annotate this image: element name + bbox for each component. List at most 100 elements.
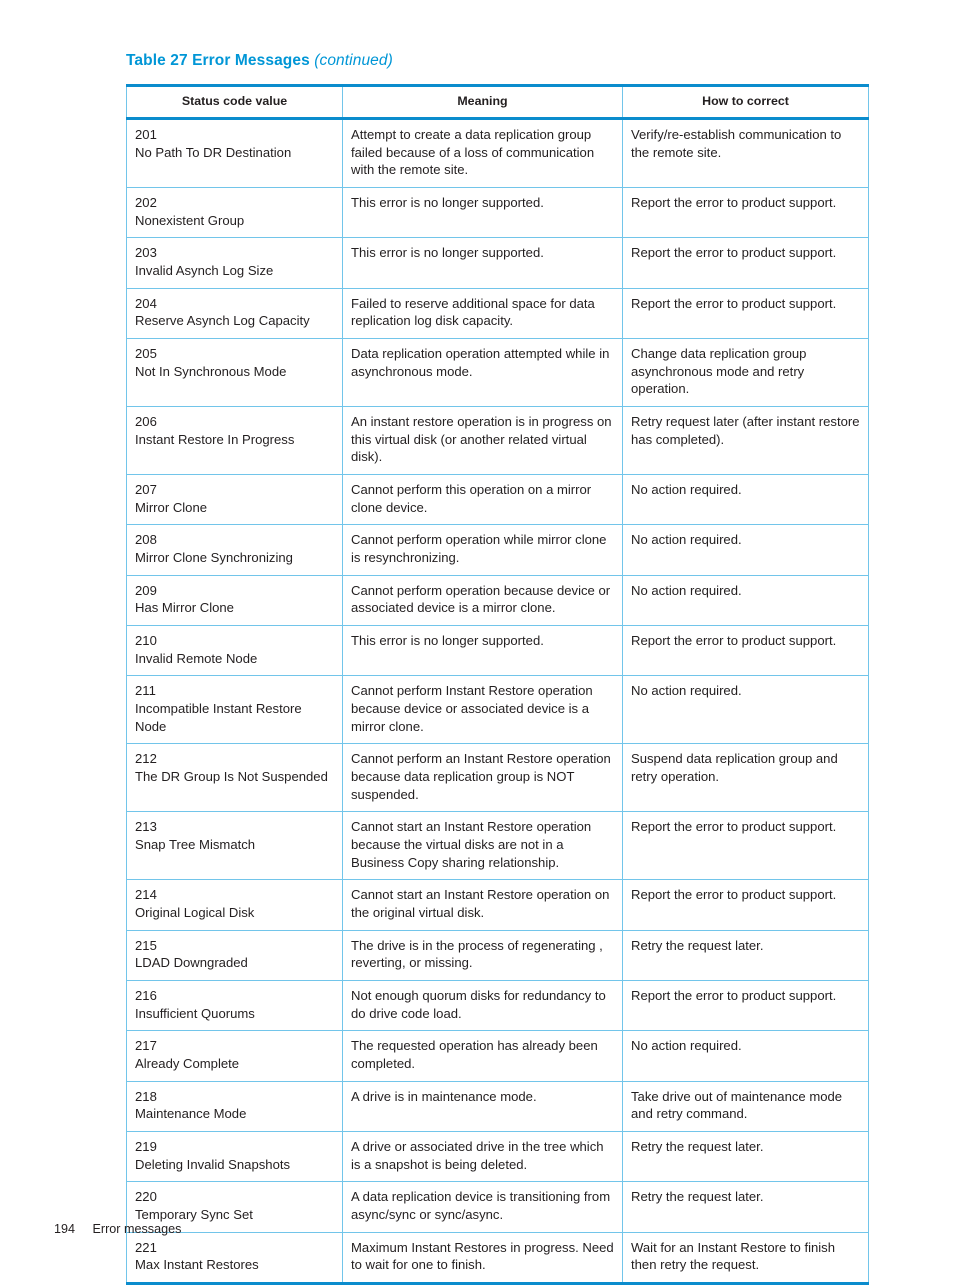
cell-meaning: A drive or associated drive in the tree … xyxy=(342,1131,623,1183)
footer-section-label: Error messages xyxy=(92,1222,182,1236)
status-name: Reserve Asynch Log Capacity xyxy=(135,313,310,329)
status-name: Not In Synchronous Mode xyxy=(135,363,287,379)
status-code: 211 xyxy=(135,683,156,699)
status-name: No Path To DR Destination xyxy=(135,144,292,160)
status-code: 210 xyxy=(135,632,157,648)
column-header-how-to-correct: How to correct xyxy=(622,84,869,120)
status-name: Mirror Clone xyxy=(135,499,208,515)
cell-status-code-value: 218 Maintenance Mode xyxy=(126,1081,343,1133)
cell-how-to-correct: Change data replication group asynchrono… xyxy=(622,338,869,407)
status-name: LDAD Downgraded xyxy=(135,955,248,971)
status-name: Mirror Clone Synchronizing xyxy=(135,549,293,565)
table-row: 207 Mirror Clone Cannot perform this opera… xyxy=(126,474,869,526)
cell-meaning: Cannot perform Instant Restore operation… xyxy=(342,675,623,745)
error-messages-table: Status code value Meaning How to correct… xyxy=(126,84,869,1285)
document-page: Table 27 Error Messages (continued) Stat… xyxy=(0,0,954,1285)
table-row: 205 Not In Synchronous Mode Data replicati… xyxy=(126,338,869,407)
table-row: 211 Incompatible Instant Restore Node Cann… xyxy=(126,675,869,745)
cell-how-to-correct: No action required. xyxy=(622,575,869,626)
cell-how-to-correct: Verify/re-establish communication to the… xyxy=(622,118,869,188)
cell-how-to-correct: Retry request later (after instant resto… xyxy=(622,406,869,475)
table-row: 217 Already Complete The requested operati… xyxy=(126,1030,869,1082)
status-code: 205 xyxy=(135,345,157,361)
status-code: 219 xyxy=(135,1139,157,1155)
status-code: 214 xyxy=(135,887,157,903)
status-name: Insufficient Quorums xyxy=(135,1005,255,1021)
status-code: 218 xyxy=(135,1088,157,1104)
cell-status-code-value: 211 Incompatible Instant Restore Node xyxy=(126,675,343,745)
table-row: 206 Instant Restore In Progress An instant… xyxy=(126,406,869,475)
cell-meaning: Failed to reserve additional space for d… xyxy=(342,288,623,339)
column-header-status-code-value: Status code value xyxy=(126,84,343,120)
status-code: 206 xyxy=(135,413,157,429)
cell-status-code-value: 204 Reserve Asynch Log Capacity xyxy=(126,288,343,339)
cell-status-code-value: 205 Not In Synchronous Mode xyxy=(126,338,343,407)
page-footer: 194 Error messages xyxy=(54,1222,181,1236)
status-code: 213 xyxy=(135,819,157,835)
cell-how-to-correct: Report the error to product support. xyxy=(622,288,869,339)
cell-meaning: Cannot start an Instant Restore operatio… xyxy=(342,879,623,931)
cell-status-code-value: 202 Nonexistent Group xyxy=(126,187,343,239)
cell-meaning: Not enough quorum disks for redundancy t… xyxy=(342,980,623,1032)
cell-how-to-correct: Report the error to product support. xyxy=(622,811,869,881)
cell-meaning: The drive is in the process of regenerat… xyxy=(342,930,623,982)
column-header-meaning: Meaning xyxy=(342,84,623,120)
cell-how-to-correct: Take drive out of maintenance mode and r… xyxy=(622,1081,869,1133)
cell-how-to-correct: Report the error to product support. xyxy=(622,879,869,931)
cell-meaning: A data replication device is transitioni… xyxy=(342,1181,623,1233)
cell-how-to-correct: Retry the request later. xyxy=(622,1131,869,1183)
cell-meaning: A drive is in maintenance mode. xyxy=(342,1081,623,1133)
cell-how-to-correct: No action required. xyxy=(622,675,869,745)
status-name: Max Instant Restores xyxy=(135,1257,259,1273)
table-row: 203 Invalid Asynch Log Size This error is … xyxy=(126,237,869,289)
status-name: Already Complete xyxy=(135,1056,240,1072)
status-code: 201 xyxy=(135,126,157,142)
table-row: 218 Maintenance Mode A drive is in mainten… xyxy=(126,1081,869,1133)
cell-meaning: Data replication operation attempted whi… xyxy=(342,338,623,407)
cell-status-code-value: 214 Original Logical Disk xyxy=(126,879,343,931)
table-row: 220 Temporary Sync Set A data replication … xyxy=(126,1181,869,1233)
status-code: 217 xyxy=(135,1038,157,1054)
cell-status-code-value: 201 No Path To DR Destination xyxy=(126,118,343,188)
status-name: Has Mirror Clone xyxy=(135,600,234,616)
status-name: Invalid Asynch Log Size xyxy=(135,262,274,278)
cell-status-code-value: 217 Already Complete xyxy=(126,1030,343,1082)
cell-how-to-correct: Report the error to product support. xyxy=(622,625,869,677)
cell-status-code-value: 209 Has Mirror Clone xyxy=(126,575,343,626)
cell-status-code-value: 216 Insufficient Quorums xyxy=(126,980,343,1032)
cell-meaning: This error is no longer supported. xyxy=(342,625,623,677)
footer-page-number: 194 xyxy=(54,1222,76,1236)
cell-status-code-value: 213 Snap Tree Mismatch xyxy=(126,811,343,881)
status-name: Incompatible Instant Restore Node xyxy=(135,701,302,734)
table-caption-continued: (continued) xyxy=(314,52,393,69)
cell-how-to-correct: No action required. xyxy=(622,474,869,526)
cell-meaning: Cannot perform operation because device … xyxy=(342,575,623,626)
table-row: 209 Has Mirror Clone Cannot perform operat… xyxy=(126,575,869,626)
cell-status-code-value: 212 The DR Group Is Not Suspended xyxy=(126,743,343,813)
cell-status-code-value: 203 Invalid Asynch Log Size xyxy=(126,237,343,289)
status-code: 209 xyxy=(135,582,157,598)
cell-how-to-correct: No action required. xyxy=(622,1030,869,1082)
cell-status-code-value: 219 Deleting Invalid Snapshots xyxy=(126,1131,343,1183)
table-row: 214 Original Logical Disk Cannot start an … xyxy=(126,879,869,931)
table-caption-label: Table 27 Error Messages xyxy=(126,52,310,69)
cell-meaning: The requested operation has already been… xyxy=(342,1030,623,1082)
table-row: 210 Invalid Remote Node This error is no l… xyxy=(126,625,869,677)
status-name: Snap Tree Mismatch xyxy=(135,837,256,853)
table-row: 221 Max Instant Restores Maximum Instant R… xyxy=(126,1232,869,1285)
cell-meaning: Cannot perform operation while mirror cl… xyxy=(342,524,623,576)
cell-meaning: An instant restore operation is in progr… xyxy=(342,406,623,475)
cell-how-to-correct: Suspend data replication group and retry… xyxy=(622,743,869,813)
status-name: Maintenance Mode xyxy=(135,1106,247,1122)
status-code: 221 xyxy=(135,1239,157,1255)
status-code: 212 xyxy=(135,751,157,767)
cell-status-code-value: 215 LDAD Downgraded xyxy=(126,930,343,982)
status-code: 208 xyxy=(135,532,157,548)
status-code: 207 xyxy=(135,481,157,497)
status-code: 202 xyxy=(135,194,157,210)
status-code: 215 xyxy=(135,937,157,953)
cell-status-code-value: 208 Mirror Clone Synchronizing xyxy=(126,524,343,576)
status-code: 216 xyxy=(135,988,157,1004)
table-row: 202 Nonexistent Group This error is no lon… xyxy=(126,187,869,239)
cell-how-to-correct: Report the error to product support. xyxy=(622,187,869,239)
